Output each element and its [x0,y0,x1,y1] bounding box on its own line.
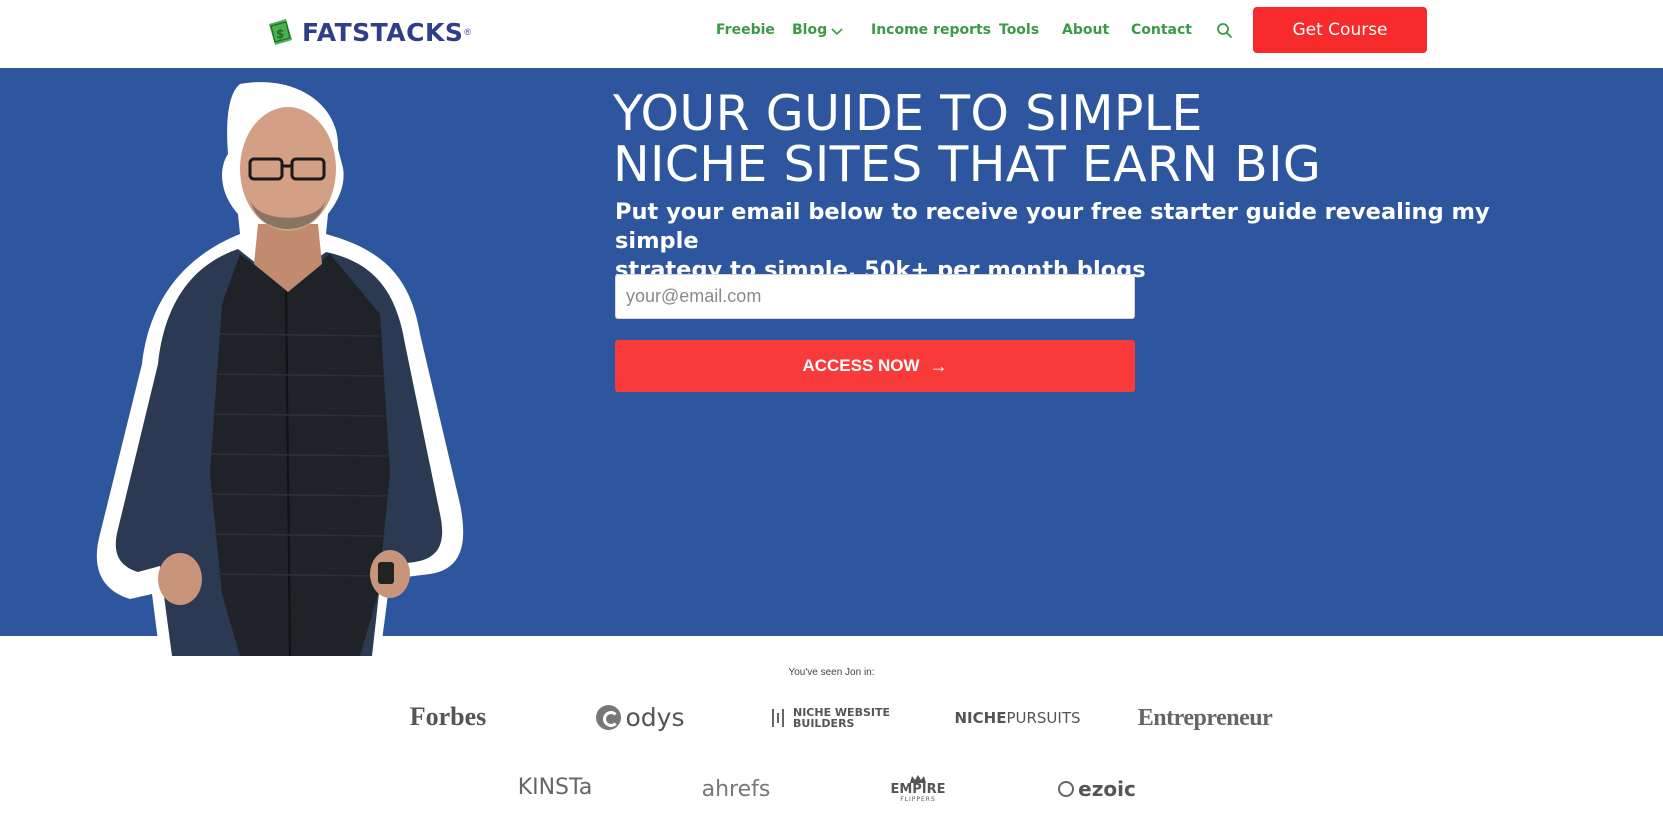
nav-about[interactable]: About [1062,22,1109,38]
logo-text: FATSTACKS [302,17,464,47]
ahrefs-logo: ahrefs [701,776,771,802]
seen-in-label: You've seen Jon in: [788,667,875,678]
email-field[interactable] [615,274,1135,319]
hero-subtitle: Put your email below to receive your fre… [615,198,1515,285]
nav-tools[interactable]: Tools [999,22,1039,38]
nav-freebie[interactable]: Freebie [716,22,775,38]
forbes-logo: Forbes [409,702,487,731]
hero-title-line1: YOUR GUIDE TO SIMPLE [613,85,1203,142]
empire-flippers-logo: EMPIRE FLIPPERS [882,772,954,806]
empire-line1: EMPIRE [890,782,946,797]
nav-blog[interactable]: Blog [792,22,827,38]
nav-contact[interactable]: Contact [1131,22,1192,38]
ezoic-logo: ezoic [1054,772,1140,806]
hero-subtitle-line1: Put your email below to receive your fre… [615,199,1490,254]
hero-title-line2: NICHE SITES THAT EARN BIG [613,136,1322,193]
access-now-button[interactable]: ACCESS NOW → [615,340,1135,392]
odys-icon [595,704,621,730]
money-stack-icon: $ [269,19,292,45]
ezoic-text: ezoic [1078,777,1136,801]
nav-income-reports[interactable]: Income reports [871,22,991,38]
np-bold: NICHE [954,709,1007,727]
chevron-down-icon[interactable] [830,24,844,38]
svg-text:$: $ [276,27,284,41]
site-header: $ FATSTACKS ® Freebie Blog Income report… [0,0,1663,68]
nwb-line2: BUILDERS [793,717,855,730]
entrepreneur-logo: Entrepreneur [1137,704,1273,731]
fatstacks-logo[interactable]: $ FATSTACKS ® [266,14,471,50]
niche-website-builders-logo: NICHE WEBSITE BUILDERS [772,701,890,735]
author-photo [96,82,464,656]
ezoic-icon [1058,781,1075,797]
odys-text: odys [625,702,685,732]
arrow-right-icon: → [929,355,948,376]
kinsta-logo: KINSTa [517,774,593,800]
niche-pursuits-logo: NICHE PURSUITS [954,701,1081,735]
np-light: PURSUITS [1006,709,1081,727]
search-icon[interactable] [1216,22,1233,39]
bars-icon [772,709,787,727]
hero-title: YOUR GUIDE TO SIMPLE NICHE SITES THAT EA… [613,88,1321,190]
get-course-button[interactable]: Get Course [1253,7,1427,53]
odys-logo: odys [585,700,695,734]
empire-line2: FLIPPERS [900,796,936,803]
registered-mark: ® [464,27,472,37]
access-now-label: ACCESS NOW [802,356,920,375]
